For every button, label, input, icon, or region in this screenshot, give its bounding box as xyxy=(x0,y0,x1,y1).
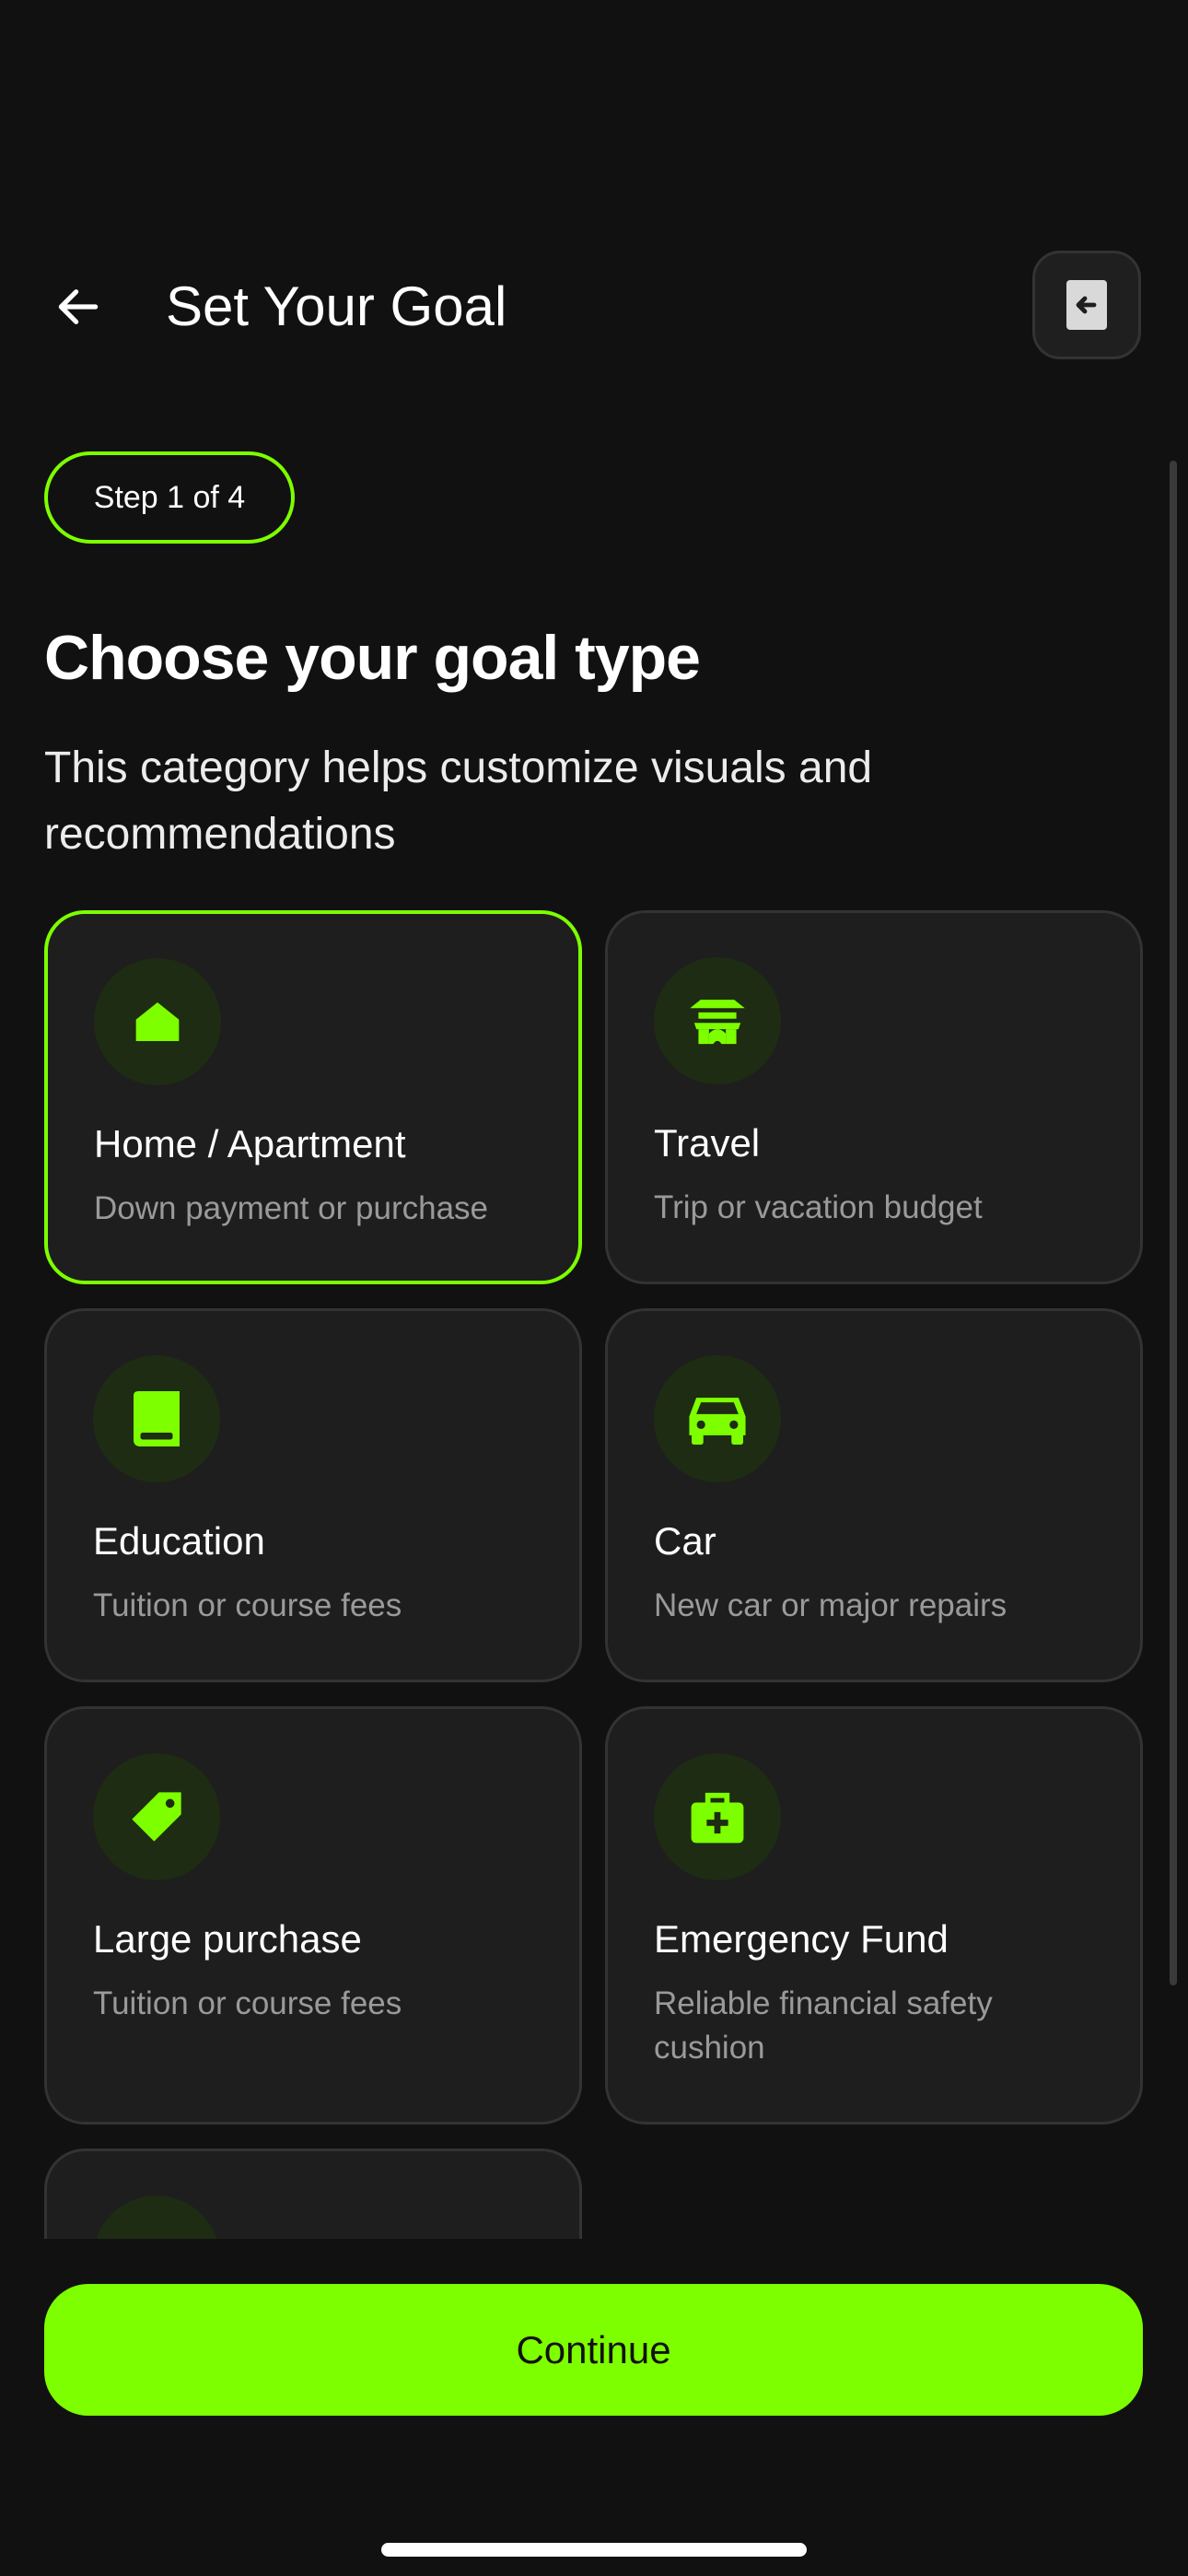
continue-button[interactable]: Continue xyxy=(44,2284,1143,2416)
goal-card-emergency-fund[interactable]: Emergency Fund Reliable financial safety… xyxy=(605,1706,1143,2125)
card-title: Car xyxy=(654,1519,716,1563)
card-title: Education xyxy=(93,1519,265,1563)
card-description: Tuition or course fees xyxy=(93,1985,402,2021)
pagoda-icon xyxy=(690,1000,745,1045)
first-aid-kit-icon xyxy=(691,1792,744,1844)
card-icon-circle xyxy=(93,1753,220,1880)
card-title: Emergency Fund xyxy=(654,1917,949,1961)
card-description: Reliable financial safety cushion xyxy=(654,1985,993,2066)
card-icon-circle xyxy=(94,958,221,1085)
goal-card-large-purchase[interactable]: Large purchase Tuition or course fees xyxy=(44,1706,582,2125)
section-description: This category helps customize visuals an… xyxy=(44,744,873,859)
goal-card-partial[interactable] xyxy=(44,2149,582,2239)
goal-card-home-apartment[interactable]: Home / Apartment Down payment or purchas… xyxy=(44,910,582,1284)
card-icon-circle xyxy=(93,1355,220,1482)
goal-type-scroll-area[interactable]: Step 1 of 4 Choose your goal type This c… xyxy=(0,424,1188,2239)
card-icon-circle xyxy=(654,957,781,1084)
card-icon-circle xyxy=(93,2195,220,2239)
home-indicator[interactable] xyxy=(381,2543,807,2557)
price-tag-icon xyxy=(132,1792,181,1842)
exit-door-icon xyxy=(1066,280,1107,330)
goal-card-education[interactable]: Education Tuition or course fees xyxy=(44,1308,582,1682)
card-title: Home / Apartment xyxy=(94,1122,406,1165)
arrow-left-icon xyxy=(58,289,99,324)
scrollbar[interactable] xyxy=(1170,461,1177,1985)
house-icon xyxy=(135,1002,180,1041)
top-app-bar: Set Your Goal xyxy=(0,251,1188,363)
section-heading: Choose your goal type xyxy=(44,623,701,693)
goal-card-car[interactable]: Car New car or major repairs xyxy=(605,1308,1143,1682)
card-description: Tuition or course fees xyxy=(93,1587,402,1623)
card-description: Down payment or purchase xyxy=(94,1190,488,1226)
card-title: Large purchase xyxy=(93,1917,362,1961)
exit-button[interactable] xyxy=(1032,251,1141,359)
goal-card-travel[interactable]: Travel Trip or vacation budget xyxy=(605,910,1143,1284)
card-icon-circle xyxy=(654,1753,781,1880)
card-description: Trip or vacation budget xyxy=(654,1189,983,1225)
back-button[interactable] xyxy=(48,276,109,337)
heart-icon xyxy=(131,2235,182,2239)
card-description: New car or major repairs xyxy=(654,1587,1007,1623)
book-icon xyxy=(134,1391,180,1446)
card-icon-circle xyxy=(654,1355,781,1482)
card-title: Travel xyxy=(654,1121,761,1165)
car-icon xyxy=(689,1398,746,1445)
page-title: Set Your Goal xyxy=(166,275,507,337)
step-indicator: Step 1 of 4 xyxy=(44,451,295,544)
